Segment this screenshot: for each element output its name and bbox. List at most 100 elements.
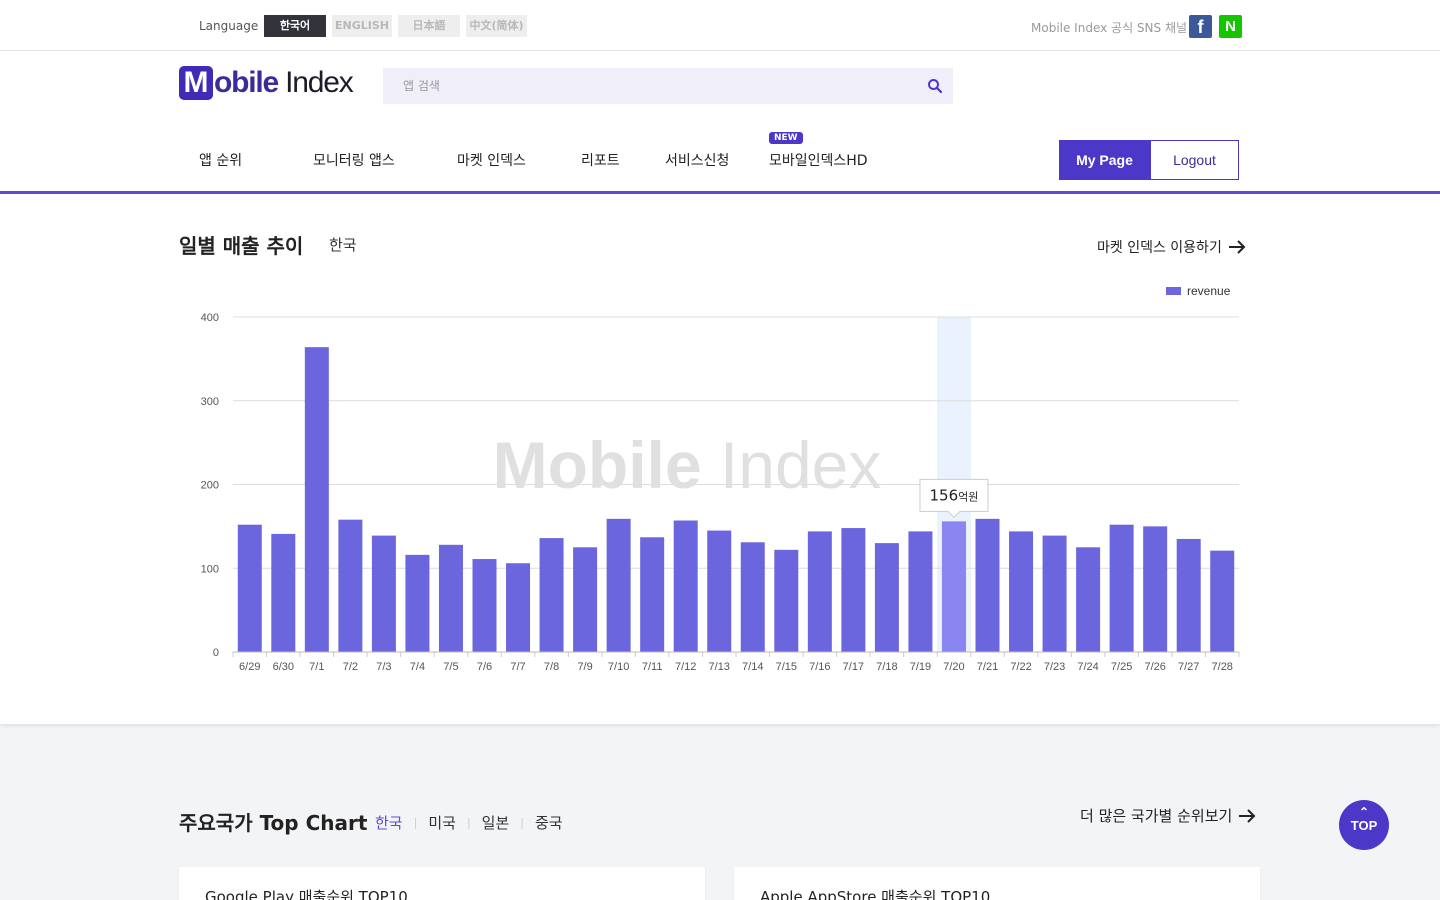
bar	[1210, 550, 1235, 652]
x-tick-label: 7/17	[843, 661, 864, 673]
bar	[371, 535, 396, 652]
bar	[673, 520, 698, 652]
sns-label: Mobile Index 공식 SNS 채널	[1031, 21, 1188, 35]
bar	[740, 542, 765, 652]
revenue-bar-chart: 0100200300400Mobile Index6/29 6/30 7/1 7/2 7…	[201, 312, 1240, 673]
logo-m-mark: M	[179, 66, 213, 100]
nav-mobile-index-hd[interactable]: 모바일인덱스HD	[769, 150, 868, 170]
x-tick-label: 7/24	[1077, 661, 1098, 673]
bar	[941, 521, 966, 652]
tooltip-value: 156	[930, 486, 959, 504]
facebook-icon[interactable]: f	[1189, 15, 1212, 38]
bar	[472, 559, 497, 652]
logo-word-1: obile	[214, 66, 279, 99]
card-title: Apple AppStore 매출순위 TOP10	[760, 888, 991, 900]
bar	[304, 347, 329, 652]
logout-button[interactable]: Logout	[1150, 140, 1239, 180]
x-tick-label: 7/16	[809, 661, 830, 673]
x-tick-label: 7/9	[577, 661, 592, 673]
bar	[841, 528, 866, 652]
x-tick-label: 7/19	[910, 661, 931, 673]
x-tick-label: 7/21	[977, 661, 998, 673]
naver-icon[interactable]: N	[1219, 15, 1242, 38]
x-tick-label: 7/12	[675, 661, 696, 673]
bar	[438, 544, 463, 652]
new-badge: NEW	[769, 132, 803, 144]
my-page-button[interactable]: My Page	[1059, 140, 1150, 180]
mobile-index-logo[interactable]: M obile Index	[179, 65, 354, 101]
arrow-right-icon	[1239, 808, 1256, 823]
x-tick-label: 6/29	[239, 661, 260, 673]
bar	[405, 554, 430, 652]
bar	[975, 518, 1000, 652]
top-chart-title: 주요국가 Top Chart	[179, 811, 368, 835]
language-label: Language	[199, 19, 259, 33]
bar	[271, 533, 296, 652]
top-button-label: TOP	[1350, 818, 1378, 833]
scroll-top-button[interactable]: ⌃ TOP	[1339, 800, 1389, 850]
x-tick-label: 7/25	[1111, 661, 1132, 673]
bar	[1109, 524, 1134, 652]
country-tabs: 한국 | 미국 | 일본 | 중국	[375, 812, 563, 833]
logo-wordmark: obile Index	[214, 66, 354, 100]
lang-korean-button[interactable]: 한국어	[264, 15, 326, 37]
google-play-top10-card: Google Play 매출순위 TOP10	[179, 867, 705, 900]
x-tick-label: 7/28	[1212, 661, 1233, 673]
x-tick-label: 7/3	[376, 661, 391, 673]
logo-word-2: Index	[278, 66, 354, 99]
more-countries-link[interactable]: 더 많은 국가별 순위보기	[1080, 805, 1256, 826]
bar	[539, 538, 564, 652]
nav-market-index[interactable]: 마켓 인덱스	[457, 150, 526, 170]
x-tick-label: 7/23	[1044, 661, 1065, 673]
x-tick-label: 7/15	[776, 661, 797, 673]
bar	[707, 530, 732, 652]
x-tick-label: 7/7	[510, 661, 525, 673]
appstore-top10-card: Apple AppStore 매출순위 TOP10	[734, 867, 1260, 900]
lang-chinese-button[interactable]: 中文(简体)	[466, 15, 527, 37]
bar	[774, 549, 799, 652]
search-icon[interactable]	[927, 78, 943, 94]
x-tick-label: 7/1	[309, 661, 324, 673]
x-tick-label: 7/2	[343, 661, 358, 673]
watermark-regular: Index	[720, 428, 881, 502]
bar	[606, 518, 631, 652]
nav-report[interactable]: 리포트	[581, 150, 620, 170]
bar	[506, 563, 531, 652]
watermark: Mobile Index	[493, 428, 882, 502]
bar	[1042, 535, 1067, 652]
x-tick-label: 7/14	[742, 661, 763, 673]
bar	[874, 543, 899, 652]
tab-china[interactable]: 중국	[535, 812, 563, 833]
x-tick-label: 6/30	[273, 661, 294, 673]
top-utility-bar: Language 한국어 ENGLISH 日本語 中文(简体) Mobile I…	[0, 0, 1440, 51]
bar	[1076, 547, 1101, 652]
y-tick-label: 200	[201, 480, 219, 492]
bar	[1143, 526, 1168, 652]
tab-japan[interactable]: 일본	[482, 812, 510, 833]
lang-english-button[interactable]: ENGLISH	[332, 15, 392, 37]
x-tick-label: 7/26	[1144, 661, 1165, 673]
bar	[338, 519, 363, 652]
bar	[1009, 531, 1034, 652]
lang-japanese-button[interactable]: 日本語	[398, 15, 460, 37]
tab-separator: |	[413, 816, 418, 829]
tab-korea[interactable]: 한국	[375, 812, 403, 833]
daily-revenue-section: 일별 매출 추이 한국 마켓 인덱스 이용하기 revenue 0 100 200 3…	[0, 194, 1440, 724]
nav-app-ranking[interactable]: 앱 순위	[199, 150, 242, 170]
bar	[908, 531, 933, 652]
app-search-box	[383, 68, 953, 104]
nav-monitoring-apps[interactable]: 모니터링 앱스	[313, 150, 395, 170]
chevron-up-icon: ⌃	[1358, 805, 1370, 819]
card-title: Google Play 매출순위 TOP10	[205, 888, 408, 900]
bar	[640, 537, 665, 652]
bar	[807, 531, 832, 652]
tab-usa[interactable]: 미국	[428, 812, 456, 833]
x-tick-label: 7/11	[642, 661, 663, 673]
app-search-input[interactable]	[383, 68, 913, 104]
x-tick-label: 7/22	[1010, 661, 1031, 673]
y-tick-label: 100	[201, 563, 219, 575]
nav-service-request[interactable]: 서비스신청	[665, 150, 729, 170]
x-tick-label: 7/10	[608, 661, 629, 673]
more-countries-label: 더 많은 국가별 순위보기	[1080, 807, 1233, 825]
x-tick-label: 7/13	[709, 661, 730, 673]
